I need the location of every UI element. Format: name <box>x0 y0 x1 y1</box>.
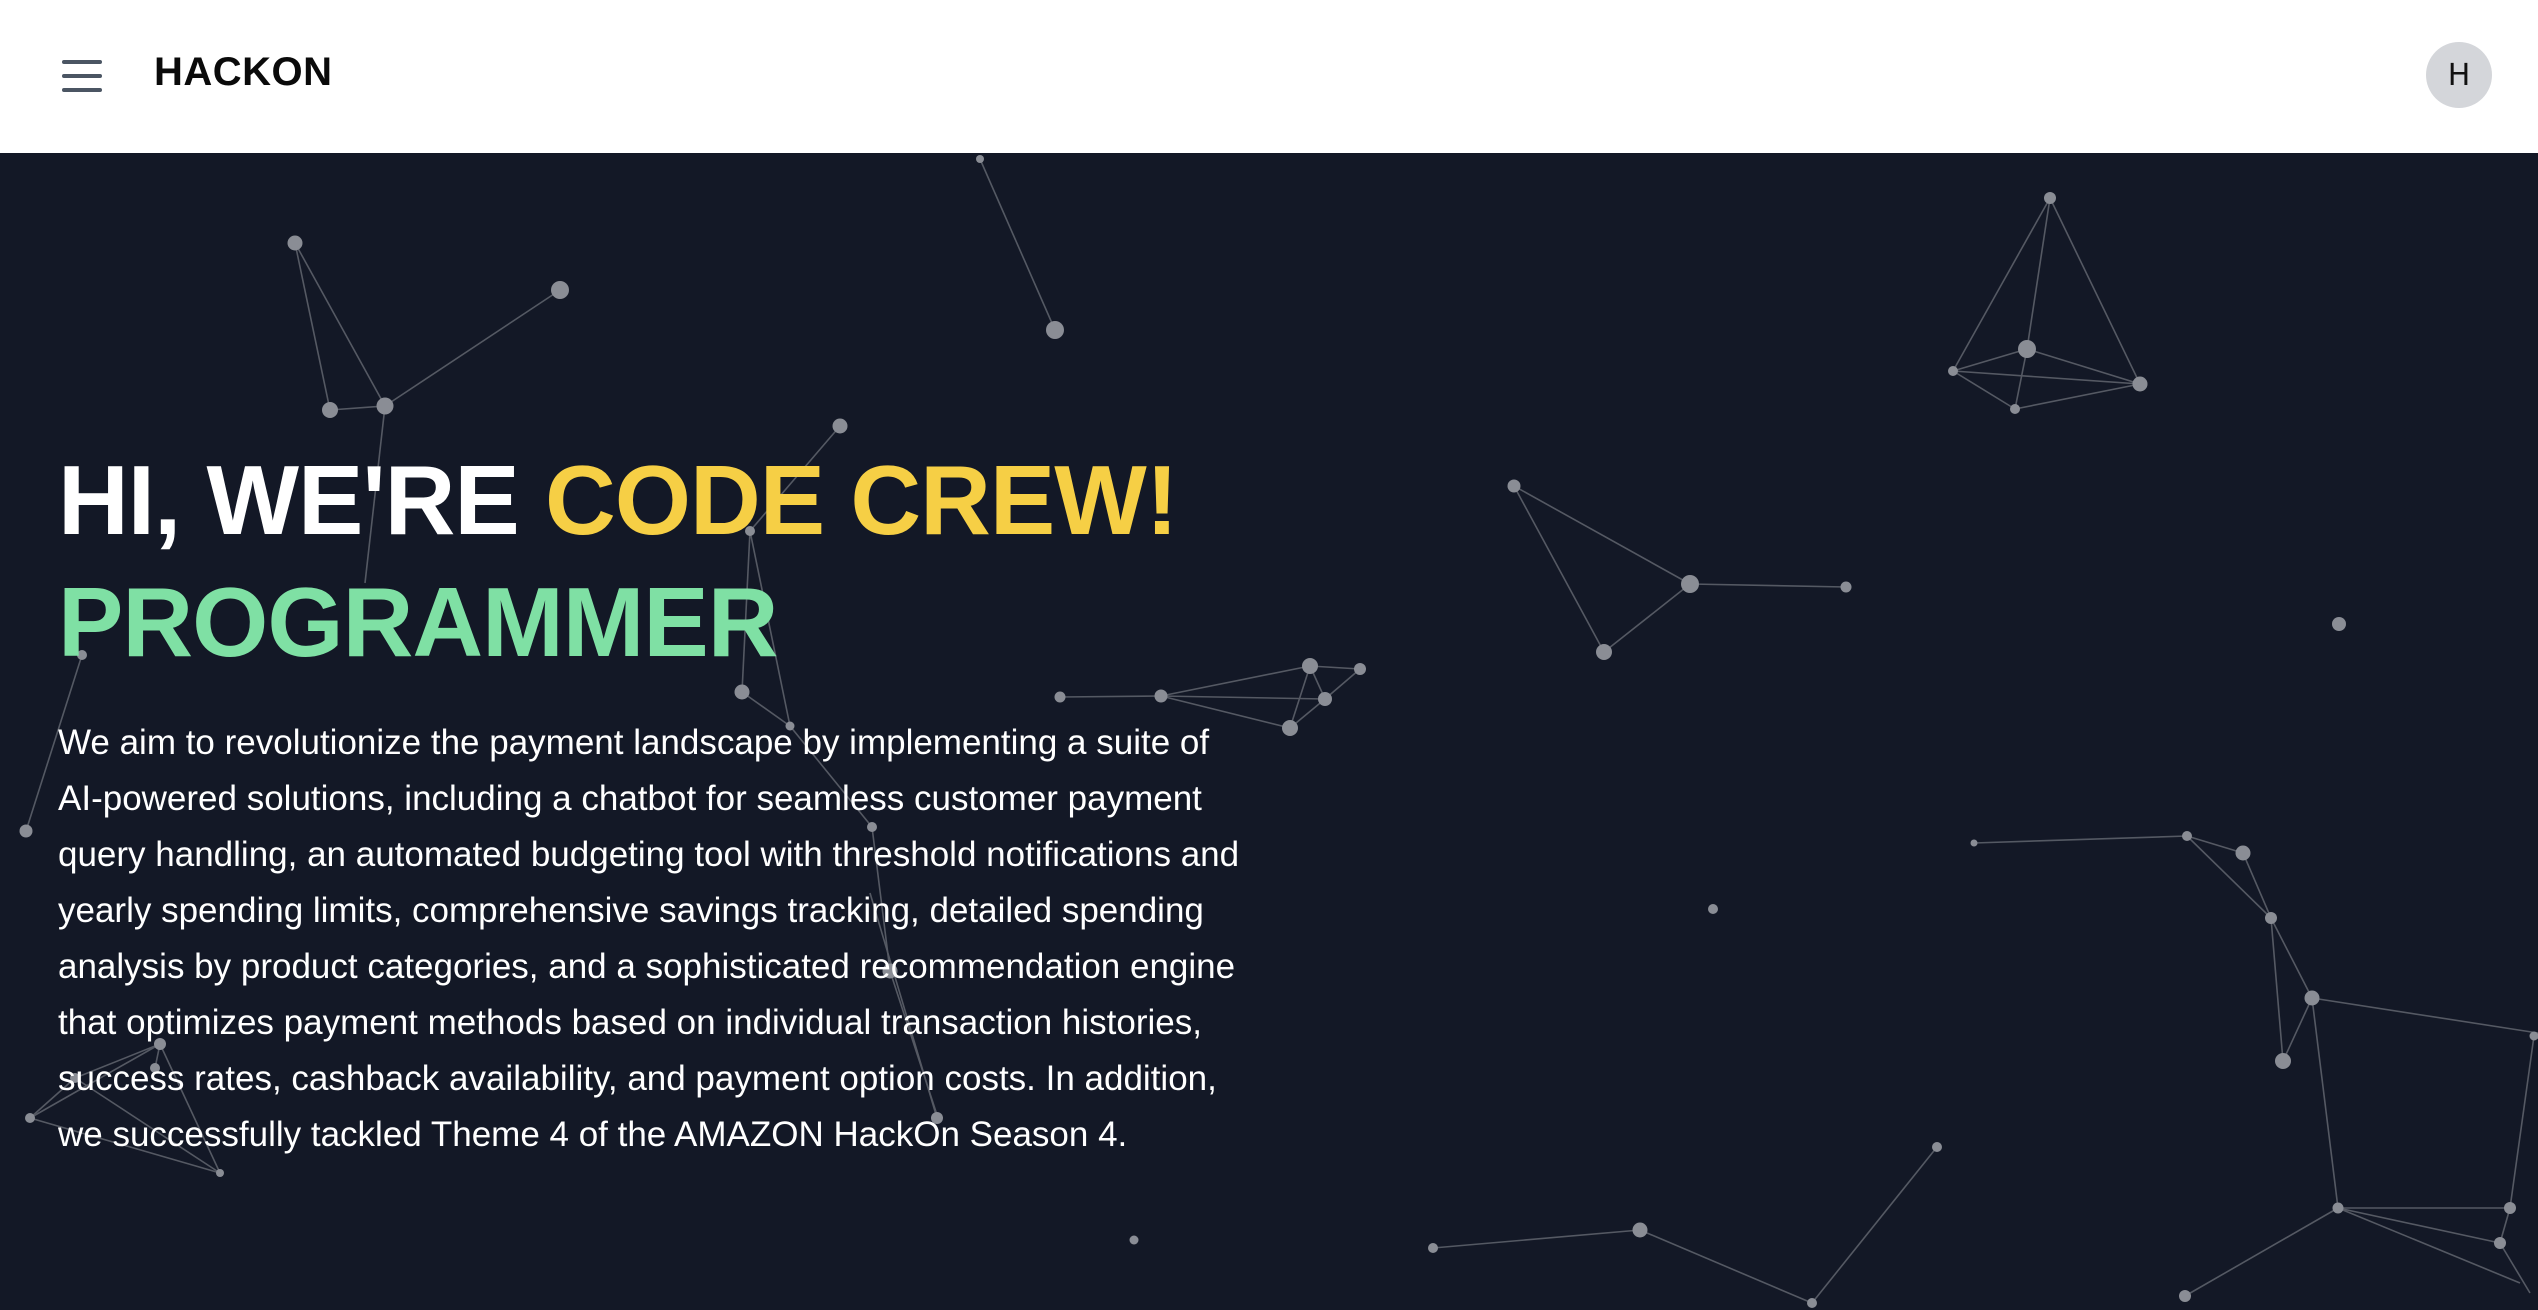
menu-line <box>62 60 102 64</box>
brand-logo[interactable]: HACKON <box>154 50 333 95</box>
hamburger-menu-icon[interactable] <box>58 54 106 98</box>
menu-line <box>62 88 102 92</box>
menu-line <box>62 74 102 78</box>
hero-greeting: HI, WE'RE <box>58 445 520 555</box>
hero-team-name: CODE CREW! <box>545 445 1178 555</box>
hero-section: HI, WE'RE CODE CREW! PROGRAMMER We aim t… <box>0 153 2538 1310</box>
user-avatar[interactable]: H <box>2426 42 2492 108</box>
hero-description: We aim to revolutionize the payment land… <box>58 723 1240 1154</box>
hero-role: PROGRAMMER <box>58 567 779 677</box>
top-navbar: HACKON H <box>0 0 2538 153</box>
hero-headline: HI, WE'RE CODE CREW! PROGRAMMER <box>58 439 1178 683</box>
